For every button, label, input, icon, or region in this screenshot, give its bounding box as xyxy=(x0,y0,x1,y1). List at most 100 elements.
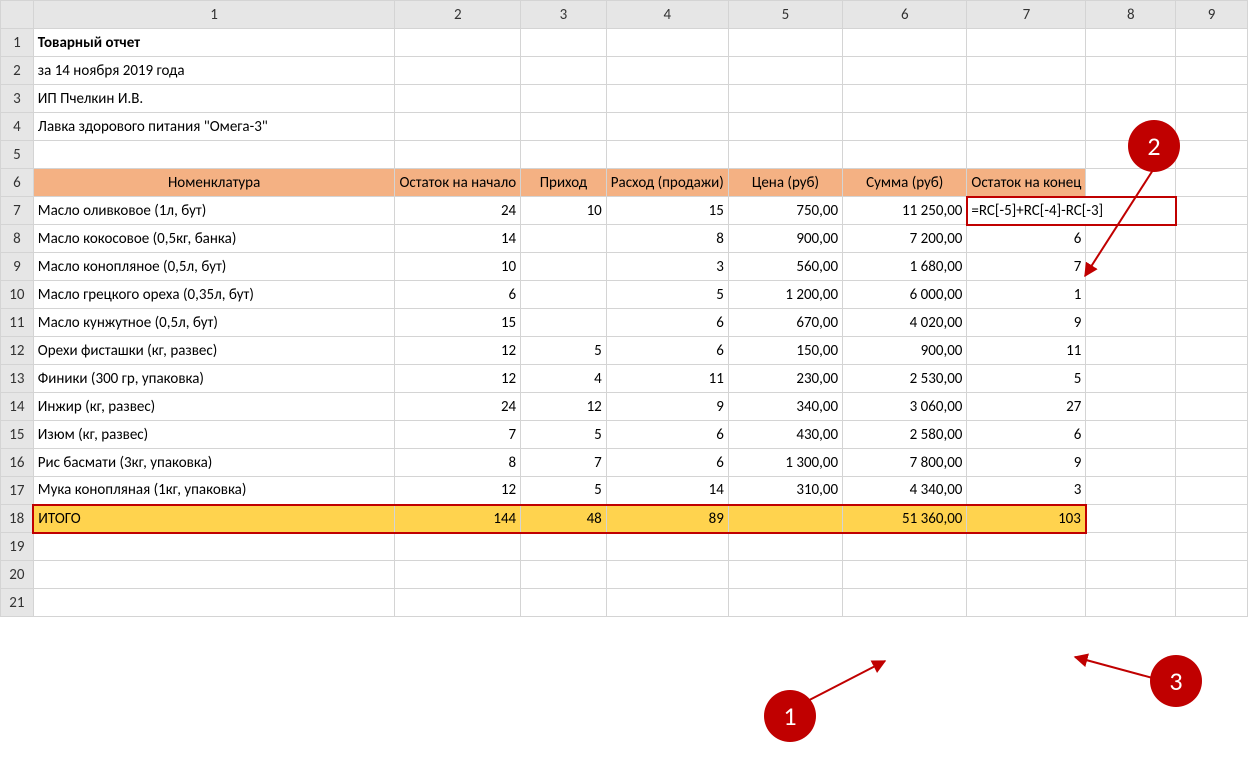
cell[interactable] xyxy=(395,85,521,113)
cell[interactable] xyxy=(606,533,728,561)
cell-value[interactable]: 6 xyxy=(606,337,728,365)
cell[interactable] xyxy=(1176,449,1248,477)
cell[interactable] xyxy=(395,533,521,561)
col-header-9[interactable]: 9 xyxy=(1176,1,1248,29)
cell[interactable] xyxy=(606,29,728,57)
cell[interactable] xyxy=(728,29,842,57)
cell[interactable] xyxy=(1176,113,1248,141)
cell[interactable] xyxy=(728,589,842,617)
cell[interactable] xyxy=(1086,169,1176,197)
cell[interactable] xyxy=(521,533,607,561)
row-header-13[interactable]: 13 xyxy=(1,365,34,393)
table-header[interactable]: Остаток на начало xyxy=(395,169,521,197)
row-header-9[interactable]: 9 xyxy=(1,253,34,281)
cell[interactable] xyxy=(33,533,395,561)
row-header-4[interactable]: 4 xyxy=(1,113,34,141)
cell[interactable] xyxy=(1176,505,1248,533)
cell[interactable] xyxy=(1086,225,1176,253)
cell[interactable] xyxy=(728,85,842,113)
total-value[interactable]: 48 xyxy=(521,505,607,533)
cell-value[interactable]: 2 580,00 xyxy=(843,421,967,449)
cell-value[interactable] xyxy=(521,225,607,253)
cell-value[interactable] xyxy=(521,309,607,337)
row-header-1[interactable]: 1 xyxy=(1,29,34,57)
cell-value[interactable]: 14 xyxy=(606,477,728,505)
cell-value[interactable]: 2 530,00 xyxy=(843,365,967,393)
cell-value[interactable]: 6 000,00 xyxy=(843,281,967,309)
cell-value[interactable]: 6 xyxy=(395,281,521,309)
cell[interactable] xyxy=(395,561,521,589)
cell-value[interactable]: 6 xyxy=(606,421,728,449)
cell[interactable] xyxy=(606,113,728,141)
cell[interactable] xyxy=(1086,365,1176,393)
item-name[interactable]: Рис басмати (3кг, упаковка) xyxy=(33,449,395,477)
cell-value[interactable]: 670,00 xyxy=(728,309,842,337)
item-name[interactable]: Масло грецкого ореха (0,35л, бут) xyxy=(33,281,395,309)
col-header-3[interactable]: 3 xyxy=(521,1,607,29)
cell-value[interactable]: 11 xyxy=(606,365,728,393)
cell-value[interactable]: 12 xyxy=(395,365,521,393)
cell[interactable] xyxy=(1176,365,1248,393)
cell-value[interactable]: 14 xyxy=(395,225,521,253)
cell[interactable] xyxy=(606,141,728,169)
table-header[interactable]: Приход xyxy=(521,169,607,197)
total-value[interactable]: 51 360,00 xyxy=(843,505,967,533)
cell[interactable] xyxy=(1176,477,1248,505)
cell[interactable] xyxy=(1176,29,1248,57)
cell[interactable] xyxy=(967,85,1086,113)
cell-value[interactable]: 6 xyxy=(606,449,728,477)
cell[interactable] xyxy=(1176,309,1248,337)
row-header-10[interactable]: 10 xyxy=(1,281,34,309)
cell-value[interactable]: 7 800,00 xyxy=(843,449,967,477)
col-header-7[interactable]: 7 xyxy=(967,1,1086,29)
cell-value[interactable]: 12 xyxy=(521,393,607,421)
cell[interactable] xyxy=(1176,197,1248,225)
cell[interactable] xyxy=(1086,505,1176,533)
cell-value[interactable]: 900,00 xyxy=(843,337,967,365)
cell[interactable] xyxy=(1086,253,1176,281)
cell[interactable] xyxy=(843,85,967,113)
cell-value[interactable]: 7 200,00 xyxy=(843,225,967,253)
col-header-4[interactable]: 4 xyxy=(606,1,728,29)
cell[interactable] xyxy=(1086,393,1176,421)
cell[interactable] xyxy=(843,113,967,141)
cell-value[interactable]: 560,00 xyxy=(728,253,842,281)
cell[interactable] xyxy=(843,589,967,617)
cell[interactable] xyxy=(521,141,607,169)
cell[interactable] xyxy=(1176,533,1248,561)
cell[interactable] xyxy=(843,561,967,589)
cell-value[interactable]: 310,00 xyxy=(728,477,842,505)
cell-value[interactable]: 900,00 xyxy=(728,225,842,253)
cell[interactable] xyxy=(967,589,1086,617)
cell[interactable] xyxy=(728,141,842,169)
cell-value[interactable]: 7 xyxy=(967,253,1086,281)
cell[interactable] xyxy=(1086,421,1176,449)
item-name[interactable]: Инжир (кг, развес) xyxy=(33,393,395,421)
row-header-7[interactable]: 7 xyxy=(1,197,34,225)
cell-value[interactable]: 4 020,00 xyxy=(843,309,967,337)
cell-value[interactable]: 1 300,00 xyxy=(728,449,842,477)
cell-value[interactable]: 3 xyxy=(606,253,728,281)
cell-value[interactable]: 6 xyxy=(967,225,1086,253)
item-name[interactable]: Масло кунжутное (0,5л, бут) xyxy=(33,309,395,337)
cell[interactable] xyxy=(967,29,1086,57)
cell-value[interactable]: 3 xyxy=(967,477,1086,505)
cell-value[interactable]: 1 200,00 xyxy=(728,281,842,309)
total-value[interactable]: 103 xyxy=(967,505,1086,533)
table-header[interactable]: Расход (продажи) xyxy=(606,169,728,197)
cell-value[interactable]: 10 xyxy=(395,253,521,281)
cell[interactable] xyxy=(1086,337,1176,365)
cell[interactable] xyxy=(1176,85,1248,113)
cell[interactable] xyxy=(1086,29,1176,57)
cell-value[interactable]: 3 060,00 xyxy=(843,393,967,421)
cell-value[interactable] xyxy=(521,253,607,281)
cell[interactable] xyxy=(728,533,842,561)
cell-value[interactable]: 15 xyxy=(606,197,728,225)
col-header-2[interactable]: 2 xyxy=(395,1,521,29)
cell[interactable] xyxy=(1086,533,1176,561)
cell-value[interactable]: 750,00 xyxy=(728,197,842,225)
total-value[interactable]: 144 xyxy=(395,505,521,533)
cell[interactable] xyxy=(1086,561,1176,589)
cell[interactable] xyxy=(843,29,967,57)
row-header-15[interactable]: 15 xyxy=(1,421,34,449)
